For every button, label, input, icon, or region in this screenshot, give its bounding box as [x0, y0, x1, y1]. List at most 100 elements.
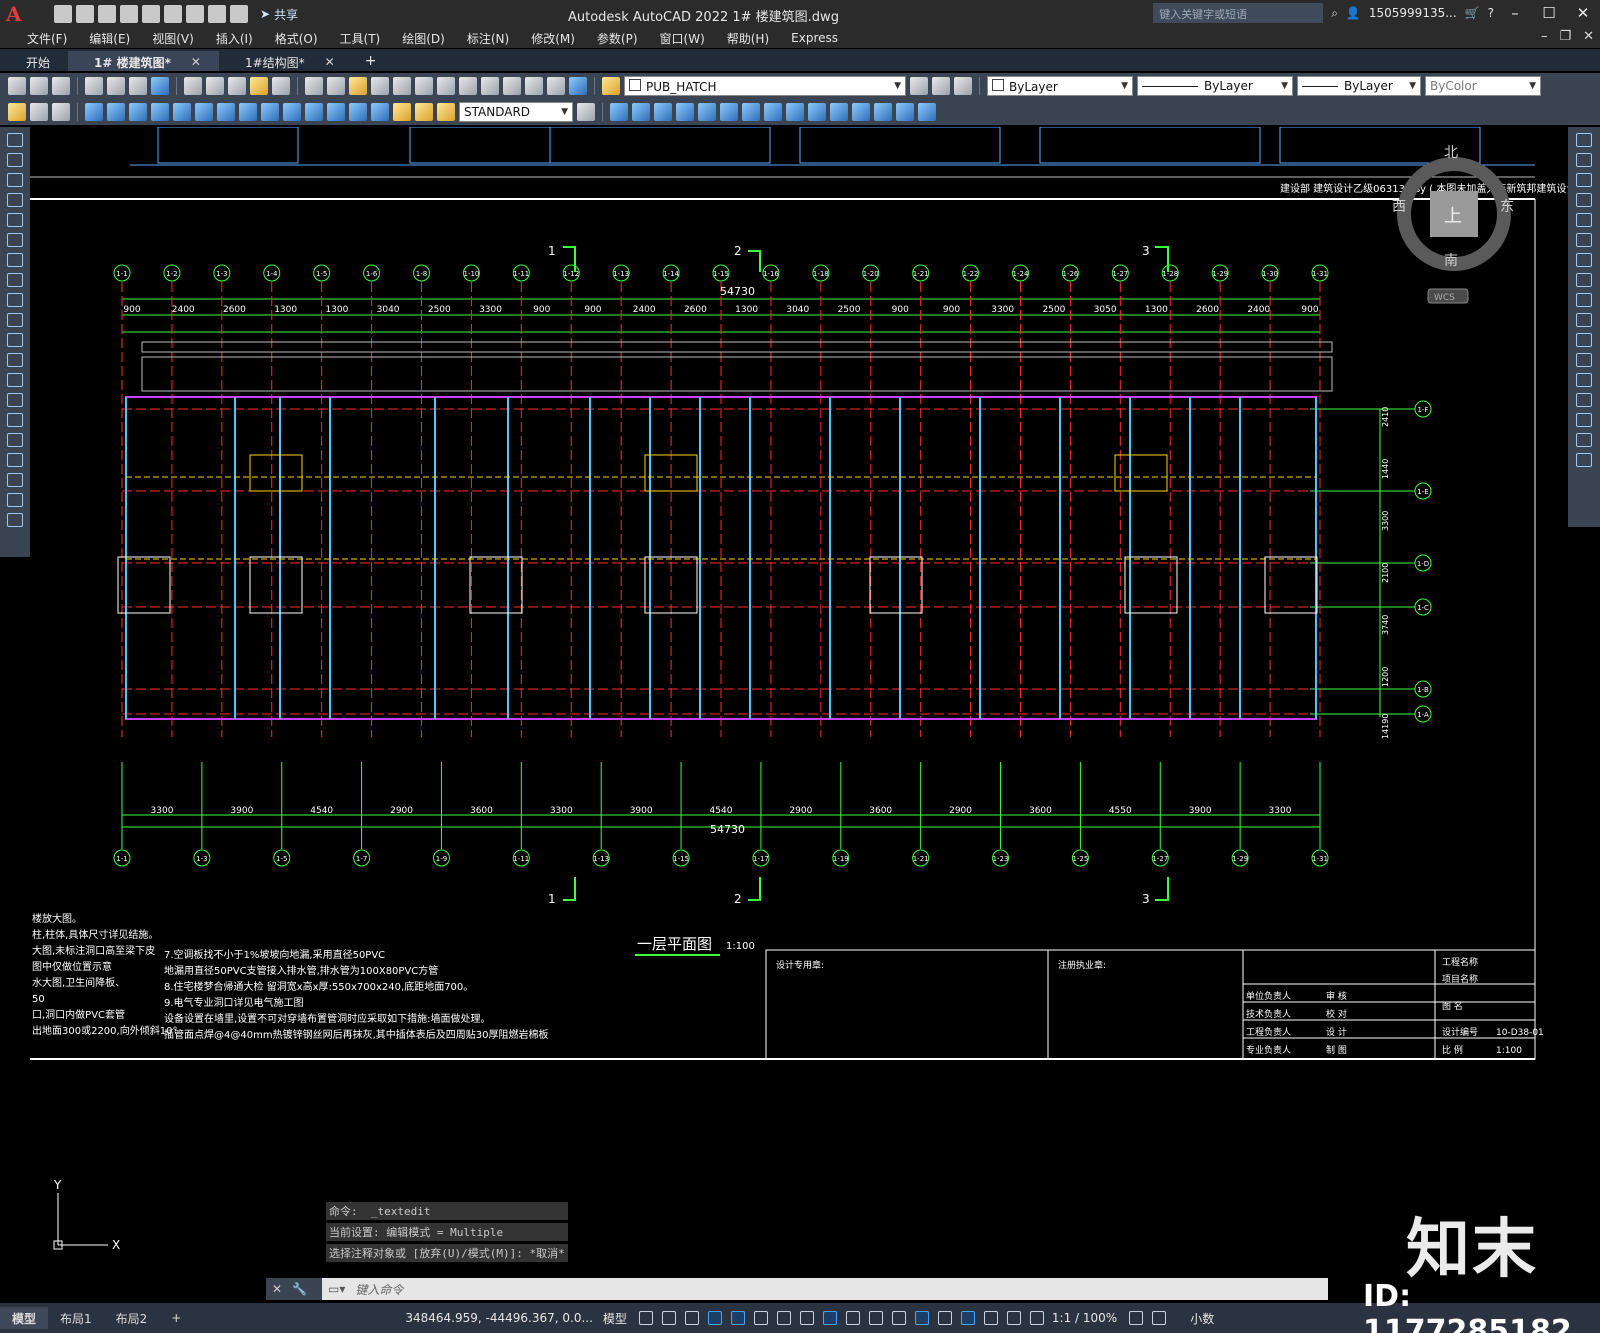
save-icon[interactable] — [98, 5, 116, 23]
dim-continue-icon[interactable] — [239, 103, 257, 121]
blend-icon[interactable] — [1576, 433, 1592, 447]
text-style-dropdown[interactable]: STANDARD ▼ — [459, 102, 573, 122]
paste-icon[interactable] — [228, 77, 246, 95]
break-icon[interactable] — [1576, 353, 1592, 367]
open-web-icon[interactable] — [142, 5, 160, 23]
ortho-icon[interactable] — [730, 1311, 745, 1325]
join-icon[interactable] — [918, 103, 936, 121]
move-icon[interactable] — [610, 103, 628, 121]
pan-icon[interactable] — [349, 77, 367, 95]
command-input[interactable]: 键入命令 — [345, 1281, 403, 1298]
move-icon[interactable] — [1576, 233, 1592, 247]
polygon-icon[interactable] — [7, 193, 23, 207]
dim-radius-icon[interactable] — [107, 103, 125, 121]
new-icon[interactable] — [54, 5, 72, 23]
chamfer-icon[interactable] — [852, 103, 870, 121]
selection-cycling-icon[interactable] — [891, 1311, 906, 1325]
maximize-button[interactable]: ☐ — [1536, 4, 1562, 22]
mirror-icon[interactable] — [698, 103, 716, 121]
ellipse-icon[interactable] — [7, 313, 23, 327]
qnew-icon[interactable] — [8, 77, 26, 95]
explode-icon[interactable] — [874, 103, 892, 121]
table-icon[interactable] — [7, 473, 23, 487]
tool-palettes-icon[interactable] — [481, 77, 499, 95]
3d-dwf-icon[interactable] — [151, 77, 169, 95]
mirror-icon[interactable] — [1576, 173, 1592, 187]
construction-line-icon[interactable] — [7, 153, 23, 167]
annotation-scale[interactable]: 1:1 / 100% — [1052, 1311, 1117, 1325]
menu-draw[interactable]: 绘图(D) — [391, 30, 456, 47]
share-button[interactable]: ➤ 共享 — [260, 6, 298, 23]
dynamic-ucs-icon[interactable] — [937, 1311, 952, 1325]
dim-aligned-icon[interactable] — [30, 103, 48, 121]
make-current-icon[interactable] — [910, 77, 928, 95]
infer-constraints-icon[interactable] — [684, 1311, 699, 1325]
dim-edit-icon[interactable] — [393, 103, 411, 121]
close-button[interactable]: ✕ — [1570, 4, 1596, 22]
tab-structure-drawing[interactable]: 1#结构图* ✕ — [219, 51, 353, 71]
close-icon[interactable]: ✕ — [325, 55, 335, 69]
menu-tools[interactable]: 工具(T) — [329, 30, 392, 47]
zoom-previous-icon[interactable] — [415, 77, 433, 95]
dim-diameter-icon[interactable] — [151, 103, 169, 121]
explode-icon[interactable] — [1576, 453, 1592, 467]
menu-parametric[interactable]: 参数(P) — [586, 30, 649, 47]
cart-icon[interactable]: 🛒 — [1465, 6, 1480, 20]
add-layout-button[interactable]: + — [159, 1307, 193, 1329]
offset-icon[interactable] — [764, 103, 782, 121]
isodraft-icon[interactable] — [776, 1311, 791, 1325]
arc-icon[interactable] — [7, 233, 23, 247]
make-block-icon[interactable] — [7, 373, 23, 387]
fillet-icon[interactable] — [1576, 413, 1592, 427]
sheet-set-icon[interactable] — [503, 77, 521, 95]
trim-icon[interactable] — [1576, 313, 1592, 327]
cut-icon[interactable] — [184, 77, 202, 95]
layout-tab-2[interactable]: 布局2 — [104, 1307, 160, 1329]
search-input[interactable]: 键入关键字或短语 — [1153, 3, 1324, 23]
erase-icon[interactable] — [896, 103, 914, 121]
dim-text-edit-icon[interactable] — [415, 103, 433, 121]
join-icon[interactable] — [1576, 373, 1592, 387]
viewcube[interactable]: 上 北 南 西 东 WCS — [1392, 145, 1514, 304]
compass-north[interactable]: 北 — [1444, 145, 1458, 161]
array-icon[interactable] — [1576, 213, 1592, 227]
drawing-canvas[interactable]: 建设部 建筑设计乙级063138-sy ( 本图未加盖大连新筑邦建筑设计有 90… — [30, 127, 1568, 1287]
layout-tab-1[interactable]: 布局1 — [48, 1307, 104, 1329]
units-display[interactable]: 小数 — [1190, 1310, 1214, 1327]
help-icon[interactable]: ? — [1488, 6, 1494, 20]
menu-window[interactable]: 窗口(W) — [649, 30, 716, 47]
close-icon[interactable]: ✕ — [191, 55, 201, 69]
open-icon[interactable] — [76, 5, 94, 23]
hatch-icon[interactable] — [7, 413, 23, 427]
menu-help[interactable]: 帮助(H) — [716, 30, 780, 47]
copy-icon[interactable] — [206, 77, 224, 95]
floor-plan-drawing[interactable]: 建设部 建筑设计乙级063138-sy ( 本图未加盖大连新筑邦建筑设计有 90… — [30, 127, 1568, 1273]
menu-file[interactable]: 文件(F) — [16, 30, 78, 47]
polar-icon[interactable] — [753, 1311, 768, 1325]
match-properties-icon[interactable] — [250, 77, 268, 95]
search-icon[interactable]: ⌕ — [1331, 6, 1338, 21]
save-icon[interactable] — [52, 77, 70, 95]
close-command-line-icon[interactable]: ✕ — [272, 1282, 282, 1296]
polyline-icon[interactable] — [7, 173, 23, 187]
save-web-icon[interactable] — [164, 5, 182, 23]
redo-icon[interactable] — [327, 77, 345, 95]
dim-linear-icon[interactable] — [8, 103, 26, 121]
fillet-icon[interactable] — [830, 103, 848, 121]
save-as-icon[interactable] — [120, 5, 138, 23]
color-dropdown[interactable]: ByLayer ▼ — [987, 76, 1133, 96]
quickcalc-icon[interactable] — [547, 77, 565, 95]
quick-dim-icon[interactable] — [195, 103, 213, 121]
snap-icon[interactable] — [661, 1311, 676, 1325]
layer-previous-icon[interactable] — [932, 77, 950, 95]
menu-format[interactable]: 格式(O) — [264, 30, 329, 47]
dim-update-icon[interactable] — [437, 103, 455, 121]
model-space-button[interactable]: 模型 — [603, 1310, 627, 1327]
undo-icon[interactable] — [208, 5, 226, 23]
object-snap-icon[interactable] — [822, 1311, 837, 1325]
ellipse-arc-icon[interactable] — [7, 333, 23, 347]
menu-insert[interactable]: 插入(I) — [205, 30, 264, 47]
doc-restore-button[interactable]: ❐ — [1559, 29, 1571, 44]
markup-icon[interactable] — [525, 77, 543, 95]
dim-arc-icon[interactable] — [52, 103, 70, 121]
